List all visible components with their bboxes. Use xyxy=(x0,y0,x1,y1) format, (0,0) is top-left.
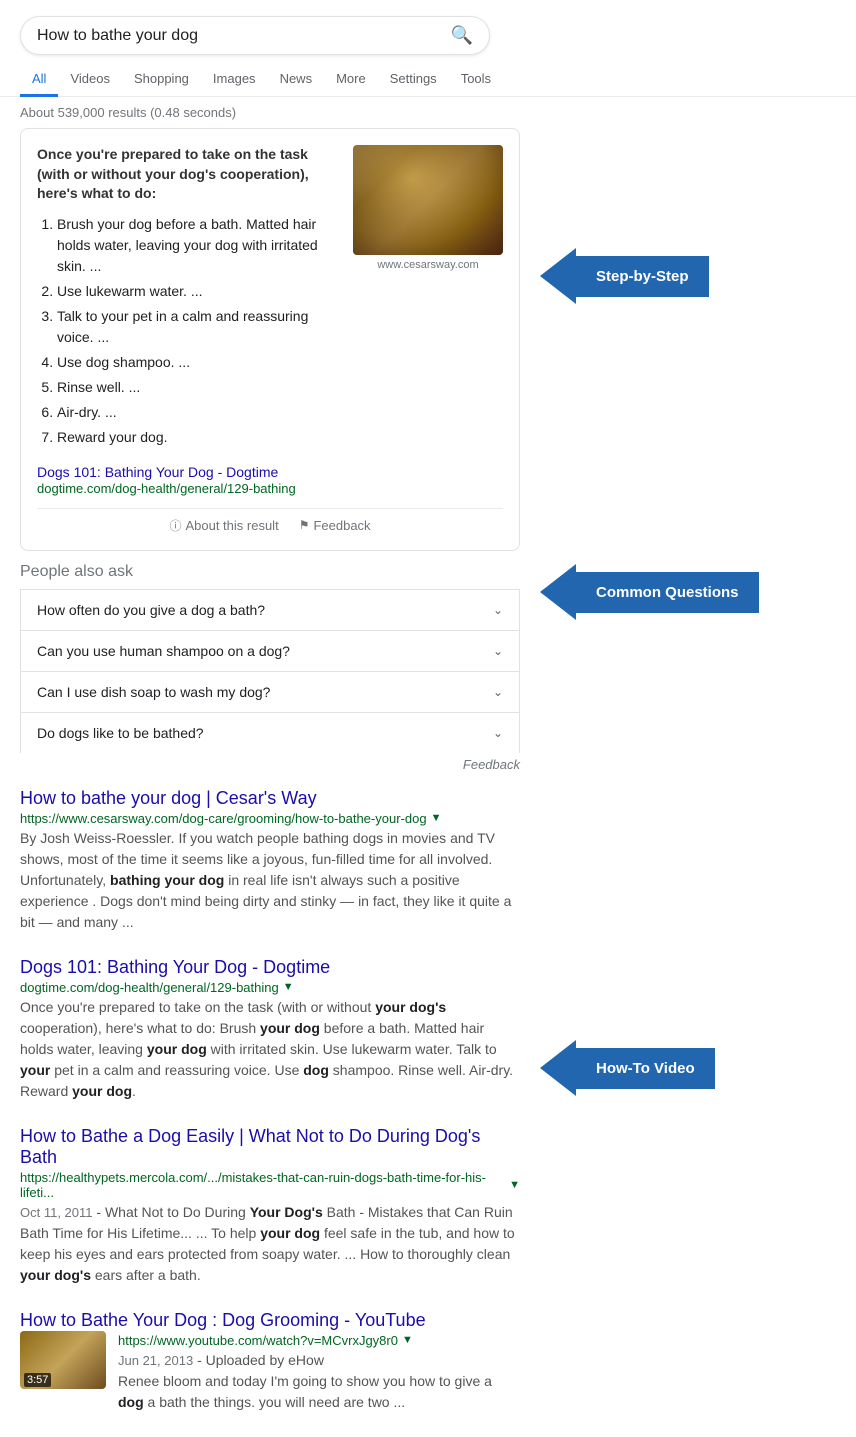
howto-video-label: How-To Video xyxy=(576,1048,715,1089)
video-url-line: https://www.youtube.com/watch?v=MCvrxJgy… xyxy=(118,1333,520,1348)
question-icon: ⓘ xyxy=(169,517,181,534)
search-bar: 🔍 xyxy=(20,16,490,55)
step-2: Use lukewarm water. ... xyxy=(57,281,341,302)
result-url-line-0: https://www.cesarsway.com/dog-care/groom… xyxy=(20,811,520,826)
video-duration: 3:57 xyxy=(24,1373,51,1387)
step-6: Air-dry. ... xyxy=(57,402,341,423)
common-questions-annotation: Common Questions xyxy=(540,564,836,620)
dropdown-arrow-0[interactable]: ▼ xyxy=(431,812,442,824)
snippet-actions: ⓘ About this result ⚑ Feedback xyxy=(37,508,503,534)
result-url-line-1: dogtime.com/dog-health/general/129-bathi… xyxy=(20,980,520,995)
tab-images[interactable]: Images xyxy=(201,63,268,97)
paa-feedback[interactable]: Feedback xyxy=(20,757,520,772)
paa-question-text-1: Can you use human shampoo on a dog? xyxy=(37,643,290,659)
snippet-image: www.cesarsway.com xyxy=(353,145,503,460)
search-result-2: How to Bathe a Dog Easily | What Not to … xyxy=(20,1126,520,1286)
video-date: Jun 21, 2013 xyxy=(118,1353,193,1368)
chevron-down-icon-3: ⌄ xyxy=(493,726,503,740)
tab-more[interactable]: More xyxy=(324,63,378,97)
nav-tabs: All Videos Shopping Images News More Set… xyxy=(0,55,856,97)
tab-videos[interactable]: Videos xyxy=(58,63,122,97)
howto-video-annotation: How-To Video xyxy=(540,1040,836,1096)
result-title-1[interactable]: Dogs 101: Bathing Your Dog - Dogtime xyxy=(20,957,330,977)
result-snippet-0: By Josh Weiss-Roessler. If you watch peo… xyxy=(20,828,520,933)
tab-shopping[interactable]: Shopping xyxy=(122,63,201,97)
results-column: Once you're prepared to take on the task… xyxy=(20,128,520,1437)
main-layout: Once you're prepared to take on the task… xyxy=(0,128,856,1437)
arrow-shape-1 xyxy=(540,564,576,620)
result-url-2: https://healthypets.mercola.com/.../mist… xyxy=(20,1170,505,1200)
tab-news[interactable]: News xyxy=(268,63,325,97)
result-title-2[interactable]: How to Bathe a Dog Easily | What Not to … xyxy=(20,1126,480,1167)
dog-image xyxy=(353,145,503,255)
result-snippet-2: Oct 11, 2011 - What Not to Do During You… xyxy=(20,1202,520,1286)
step-1: Brush your dog before a bath. Matted hai… xyxy=(57,214,341,277)
result-url-line-2: https://healthypets.mercola.com/.../mist… xyxy=(20,1170,520,1200)
tab-settings[interactable]: Settings xyxy=(378,63,449,97)
featured-snippet: Once you're prepared to take on the task… xyxy=(20,128,520,551)
result-snippet-1: Once you're prepared to take on the task… xyxy=(20,997,520,1102)
annotations-column: Step-by-Step Common Questions How-To Vid… xyxy=(520,128,836,1437)
arrow-shape-2 xyxy=(540,1040,576,1096)
dropdown-arrow-1[interactable]: ▼ xyxy=(283,981,294,993)
search-input[interactable] xyxy=(37,27,451,45)
step-7: Reward your dog. xyxy=(57,427,341,448)
result-title-3[interactable]: How to Bathe Your Dog : Dog Grooming - Y… xyxy=(20,1310,426,1330)
chevron-down-icon-2: ⌄ xyxy=(493,685,503,699)
search-button[interactable]: 🔍 xyxy=(451,25,473,46)
search-result-3: How to Bathe Your Dog : Dog Grooming - Y… xyxy=(20,1310,520,1413)
video-info: https://www.youtube.com/watch?v=MCvrxJgy… xyxy=(118,1331,520,1413)
snippet-content: Once you're prepared to take on the task… xyxy=(37,145,503,460)
paa-question-text-3: Do dogs like to be bathed? xyxy=(37,725,204,741)
step-by-step-label: Step-by-Step xyxy=(576,256,709,297)
people-also-ask: People also ask How often do you give a … xyxy=(20,563,520,772)
search-bar-container: 🔍 xyxy=(0,0,856,55)
common-questions-label: Common Questions xyxy=(576,572,759,613)
tab-tools[interactable]: Tools xyxy=(449,63,503,97)
search-result-0: How to bathe your dog | Cesar's Way http… xyxy=(20,788,520,933)
paa-question-text-2: Can I use dish soap to wash my dog? xyxy=(37,684,270,700)
result-url-0: https://www.cesarsway.com/dog-care/groom… xyxy=(20,811,427,826)
snippet-source-url: dogtime.com/dog-health/general/129-bathi… xyxy=(37,481,296,496)
paa-question-2[interactable]: Can I use dish soap to wash my dog? ⌄ xyxy=(20,671,520,712)
paa-question-1[interactable]: Can you use human shampoo on a dog? ⌄ xyxy=(20,630,520,671)
snippet-text: Once you're prepared to take on the task… xyxy=(37,145,341,460)
about-result-action[interactable]: ⓘ About this result xyxy=(169,517,278,534)
flag-icon: ⚑ xyxy=(299,518,310,532)
paa-title: People also ask xyxy=(20,563,520,581)
arrow-shape-0 xyxy=(540,248,576,304)
tab-all[interactable]: All xyxy=(20,63,58,97)
dropdown-arrow-2[interactable]: ▼ xyxy=(509,1179,520,1191)
paa-question-3[interactable]: Do dogs like to be bathed? ⌄ xyxy=(20,712,520,753)
step-3: Talk to your pet in a calm and reassurin… xyxy=(57,306,341,348)
result-url-1: dogtime.com/dog-health/general/129-bathi… xyxy=(20,980,279,995)
snippet-title: Once you're prepared to take on the task… xyxy=(37,145,341,204)
chevron-down-icon-0: ⌄ xyxy=(493,603,503,617)
video-result: 3:57 https://www.youtube.com/watch?v=MCv… xyxy=(20,1331,520,1413)
snippet-source-title[interactable]: Dogs 101: Bathing Your Dog - Dogtime xyxy=(37,464,503,480)
search-result-1: Dogs 101: Bathing Your Dog - Dogtime dog… xyxy=(20,957,520,1102)
video-url: https://www.youtube.com/watch?v=MCvrxJgy… xyxy=(118,1333,398,1348)
image-caption: www.cesarsway.com xyxy=(353,259,503,271)
about-result-label: About this result xyxy=(185,518,278,533)
step-by-step-annotation: Step-by-Step xyxy=(540,248,836,304)
step-4: Use dog shampoo. ... xyxy=(57,352,341,373)
feedback-action[interactable]: ⚑ Feedback xyxy=(299,518,371,533)
video-thumbnail[interactable]: 3:57 xyxy=(20,1331,106,1389)
result-date-2: Oct 11, 2011 xyxy=(20,1205,93,1220)
step-5: Rinse well. ... xyxy=(57,377,341,398)
paa-question-text-0: How often do you give a dog a bath? xyxy=(37,602,265,618)
chevron-down-icon-1: ⌄ xyxy=(493,644,503,658)
paa-question-0[interactable]: How often do you give a dog a bath? ⌄ xyxy=(20,589,520,630)
snippet-steps-list: Brush your dog before a bath. Matted hai… xyxy=(37,214,341,448)
video-snippet: Jun 21, 2013 - Uploaded by eHow Renee bl… xyxy=(118,1350,520,1413)
feedback-label: Feedback xyxy=(313,518,370,533)
video-uploader: eHow xyxy=(288,1352,324,1368)
results-meta: About 539,000 results (0.48 seconds) xyxy=(0,97,856,128)
dropdown-arrow-3[interactable]: ▼ xyxy=(402,1334,413,1346)
result-title-0[interactable]: How to bathe your dog | Cesar's Way xyxy=(20,788,317,808)
